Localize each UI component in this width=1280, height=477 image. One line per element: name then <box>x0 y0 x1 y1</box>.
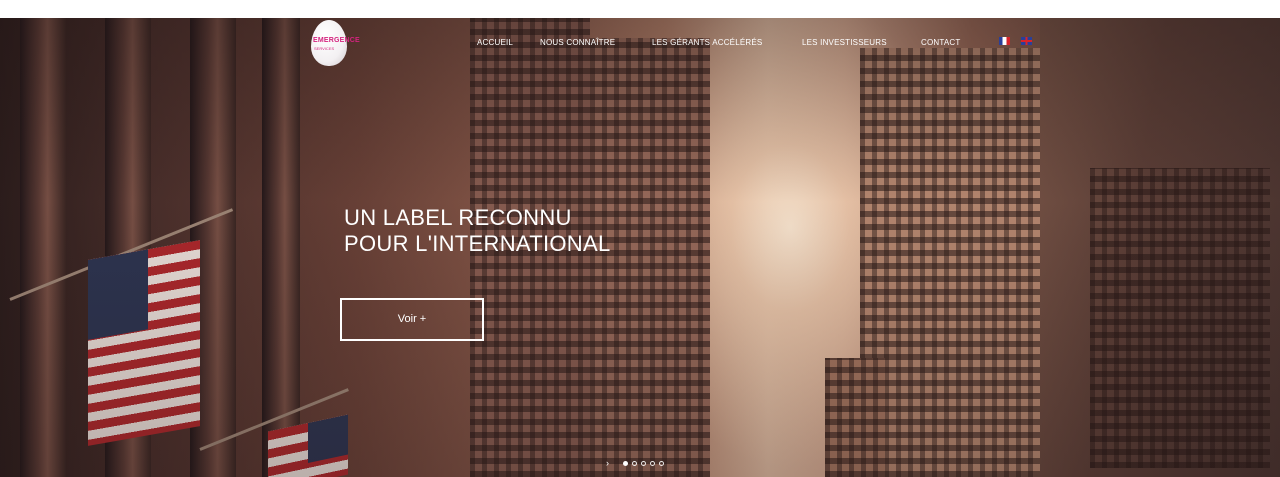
chevron-right-icon[interactable]: › <box>606 458 609 468</box>
slider-dot[interactable] <box>659 461 664 466</box>
uk-flag-icon[interactable] <box>1021 37 1032 45</box>
slider-dot[interactable] <box>650 461 655 466</box>
nav-item-gerants-acceleres[interactable]: LES GÉRANTS ACCÉLÉRÉS <box>652 38 762 47</box>
nav-item-investisseurs[interactable]: LES INVESTISSEURS <box>802 38 887 47</box>
slider-dot[interactable] <box>623 461 628 466</box>
hero-headline: UN LABEL RECONNU POUR L'INTERNATIONAL <box>344 205 611 257</box>
nav-item-accueil[interactable]: ACCUEIL <box>477 38 513 47</box>
nav-item-nous-connaitre[interactable]: NOUS CONNAÎTRE <box>540 38 615 47</box>
hero-banner <box>0 18 1280 477</box>
hero-overlay <box>0 18 1280 477</box>
hero-headline-line: UN LABEL RECONNU <box>344 205 572 230</box>
french-flag-icon[interactable] <box>999 37 1010 45</box>
page: EMERGENCE SERVICES ACCUEIL NOUS CONNAÎTR… <box>0 0 1280 477</box>
slider-pagination: › <box>606 458 686 468</box>
slider-dot[interactable] <box>641 461 646 466</box>
voir-plus-button[interactable]: Voir + <box>340 298 484 341</box>
nav-item-contact[interactable]: CONTACT <box>921 38 960 47</box>
slider-dot[interactable] <box>632 461 637 466</box>
main-nav: ACCUEIL NOUS CONNAÎTRE LES GÉRANTS ACCÉL… <box>0 38 1280 50</box>
hero-headline-line: POUR L'INTERNATIONAL <box>344 231 611 256</box>
